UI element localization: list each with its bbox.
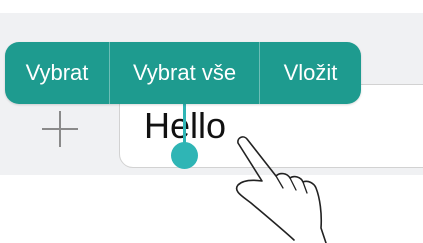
hand-pointer-icon xyxy=(235,136,327,243)
